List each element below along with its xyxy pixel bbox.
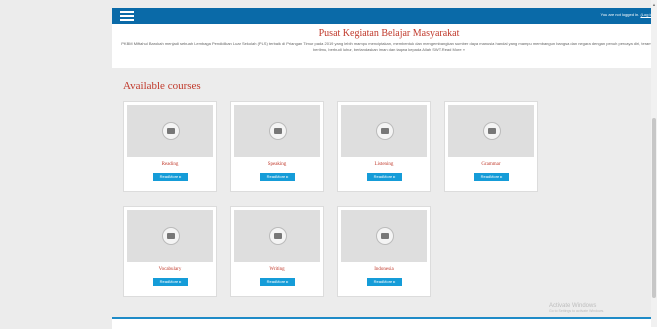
watermark-subtitle: Go to Settings to activate Windows. bbox=[549, 309, 605, 313]
camera-icon bbox=[269, 227, 287, 245]
camera-icon bbox=[162, 122, 180, 140]
course-title[interactable]: Indonesia bbox=[338, 267, 430, 272]
site-description: PKBM Miftahul Barokah menjadi sebuah Lem… bbox=[121, 41, 657, 52]
camera-icon bbox=[376, 122, 394, 140]
course-card[interactable]: Vocabulary ReadMore ▸ bbox=[123, 206, 217, 297]
course-title[interactable]: Listening bbox=[338, 162, 430, 167]
camera-icon bbox=[483, 122, 501, 140]
hamburger-icon[interactable] bbox=[120, 11, 134, 21]
course-card[interactable]: Indonesia ReadMore ▸ bbox=[337, 206, 431, 297]
course-image bbox=[234, 105, 320, 157]
readmore-button[interactable]: ReadMore ▸ bbox=[153, 173, 188, 181]
site-banner: Pusat Kegiatan Belajar Masyarakat PKBM M… bbox=[112, 24, 657, 68]
course-title[interactable]: Reading bbox=[124, 162, 216, 167]
course-image bbox=[341, 210, 427, 262]
footer-strip bbox=[112, 317, 657, 329]
site-title: Pusat Kegiatan Belajar Masyarakat bbox=[318, 28, 460, 39]
login-status-text: You are not logged in. bbox=[600, 12, 640, 17]
course-card[interactable]: Listening ReadMore ▸ bbox=[337, 101, 431, 192]
course-title[interactable]: Vocabulary bbox=[124, 267, 216, 272]
scrollbar-thumb[interactable] bbox=[652, 118, 656, 298]
readmore-button[interactable]: ReadMore ▸ bbox=[260, 278, 295, 286]
course-image bbox=[127, 210, 213, 262]
course-card[interactable]: Speaking ReadMore ▸ bbox=[230, 101, 324, 192]
camera-icon bbox=[376, 227, 394, 245]
course-image bbox=[448, 105, 534, 157]
activate-windows-watermark: Activate Windows Go to Settings to activ… bbox=[549, 303, 604, 313]
course-card[interactable]: Writing ReadMore ▸ bbox=[230, 206, 324, 297]
course-title[interactable]: Writing bbox=[231, 267, 323, 272]
scroll-up-arrow-icon[interactable]: ▲ bbox=[652, 2, 656, 7]
page-scrollbar[interactable]: ▲ bbox=[651, 0, 657, 327]
readmore-button[interactable]: ReadMore ▸ bbox=[260, 173, 295, 181]
course-title[interactable]: Speaking bbox=[231, 162, 323, 167]
readmore-button[interactable]: ReadMore ▸ bbox=[474, 173, 509, 181]
course-image bbox=[234, 210, 320, 262]
login-info: You are not logged in. (Log in) bbox=[601, 12, 654, 17]
course-image bbox=[127, 105, 213, 157]
readmore-button[interactable]: ReadMore ▸ bbox=[367, 278, 402, 286]
camera-icon bbox=[269, 122, 287, 140]
readmore-button[interactable]: ReadMore ▸ bbox=[367, 173, 402, 181]
course-card[interactable]: Reading ReadMore ▸ bbox=[123, 101, 217, 192]
camera-icon bbox=[162, 227, 180, 245]
top-navbar: You are not logged in. (Log in) bbox=[112, 8, 657, 24]
course-title[interactable]: Grammar bbox=[445, 162, 537, 167]
available-courses-heading: Available courses bbox=[123, 80, 201, 92]
readmore-button[interactable]: ReadMore ▸ bbox=[153, 278, 188, 286]
course-card[interactable]: Grammar ReadMore ▸ bbox=[444, 101, 538, 192]
course-image bbox=[341, 105, 427, 157]
